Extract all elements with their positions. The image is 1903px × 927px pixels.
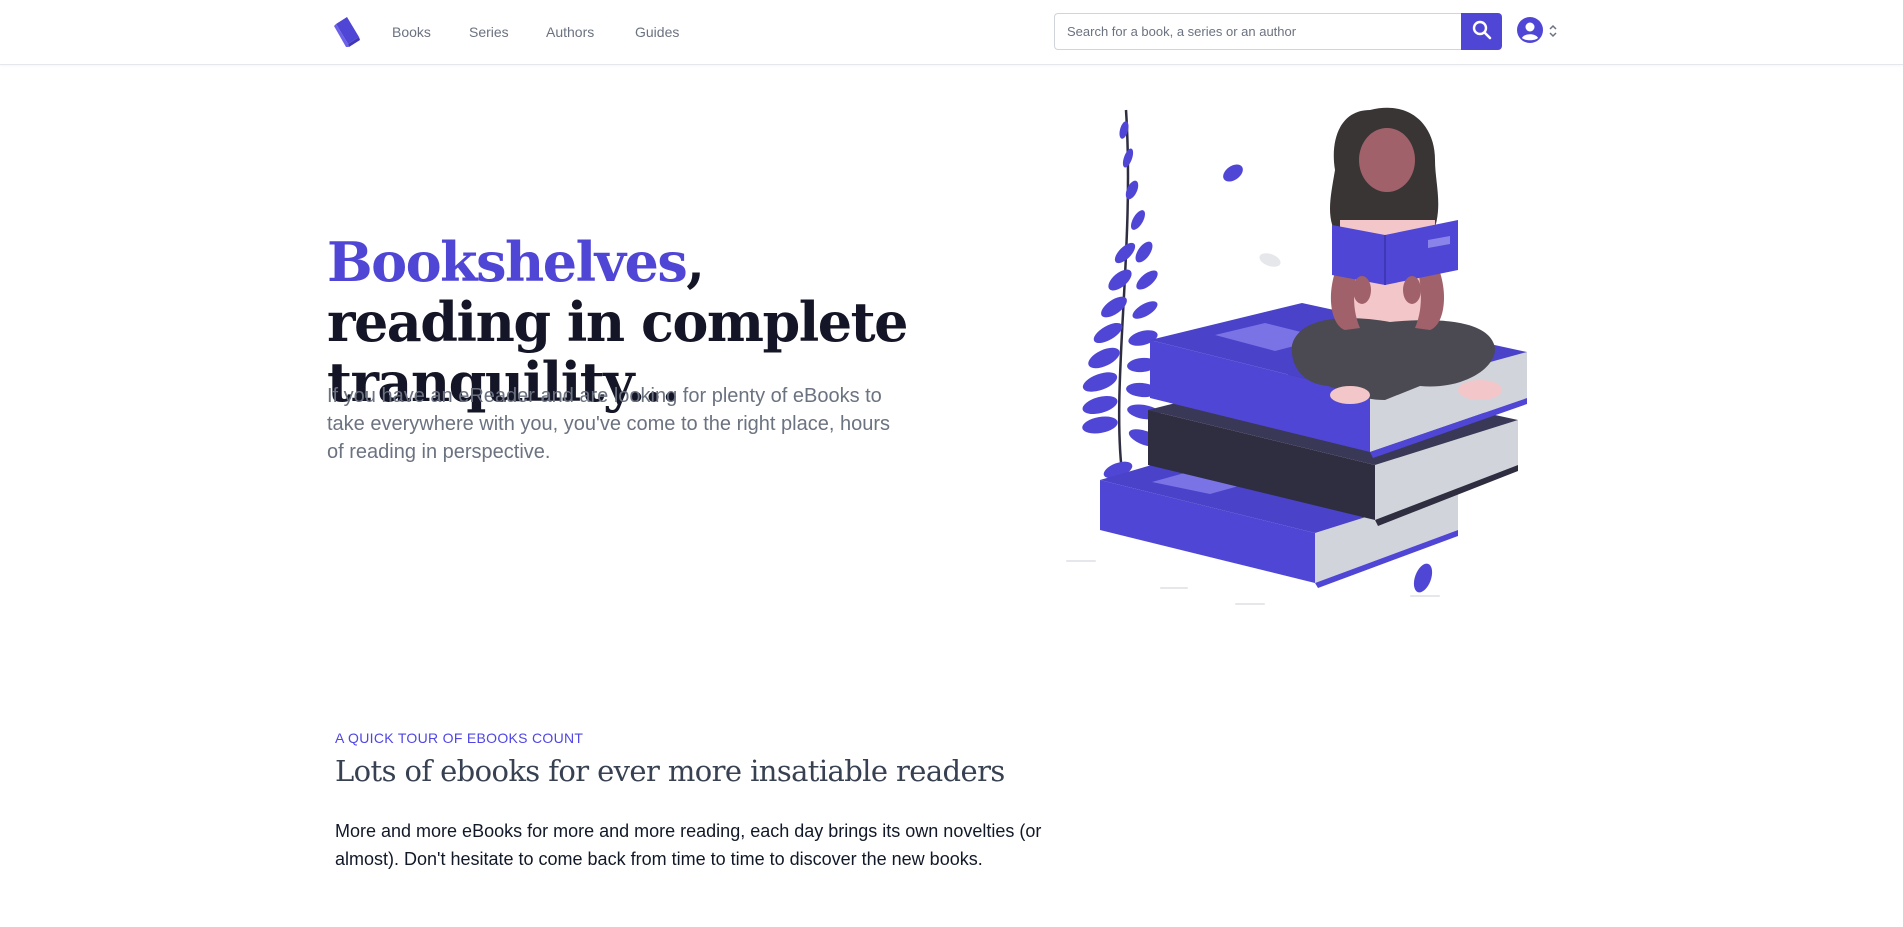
nav-link-authors[interactable]: Authors <box>546 24 594 40</box>
user-menu-button[interactable] <box>1516 16 1560 48</box>
hero-title-accent: Bookshelves <box>327 230 688 294</box>
search-button[interactable] <box>1461 13 1502 50</box>
search-icon <box>1472 20 1492 43</box>
hero-description: If you have an eReader and are looking f… <box>327 385 890 463</box>
user-circle-icon <box>1516 16 1544 48</box>
section-title: Lots of ebooks for ever more insatiable … <box>335 754 1005 788</box>
chevron-up-down-icon <box>1548 23 1558 42</box>
nav-link-guides[interactable]: Guides <box>635 24 679 40</box>
nav-link-books[interactable]: Books <box>392 24 431 40</box>
section-description: More and more eBooks for more and more r… <box>335 821 1042 869</box>
top-navigation-bar: Books Series Authors Guides <box>0 0 1903 65</box>
search-input[interactable] <box>1054 13 1462 50</box>
book-logo-icon[interactable] <box>330 14 364 50</box>
section-eyebrow: A QUICK TOUR OF EBOOKS COUNT <box>335 730 584 746</box>
woman-reading-on-books-illustration <box>1040 90 1540 620</box>
nav-link-series[interactable]: Series <box>469 24 509 40</box>
